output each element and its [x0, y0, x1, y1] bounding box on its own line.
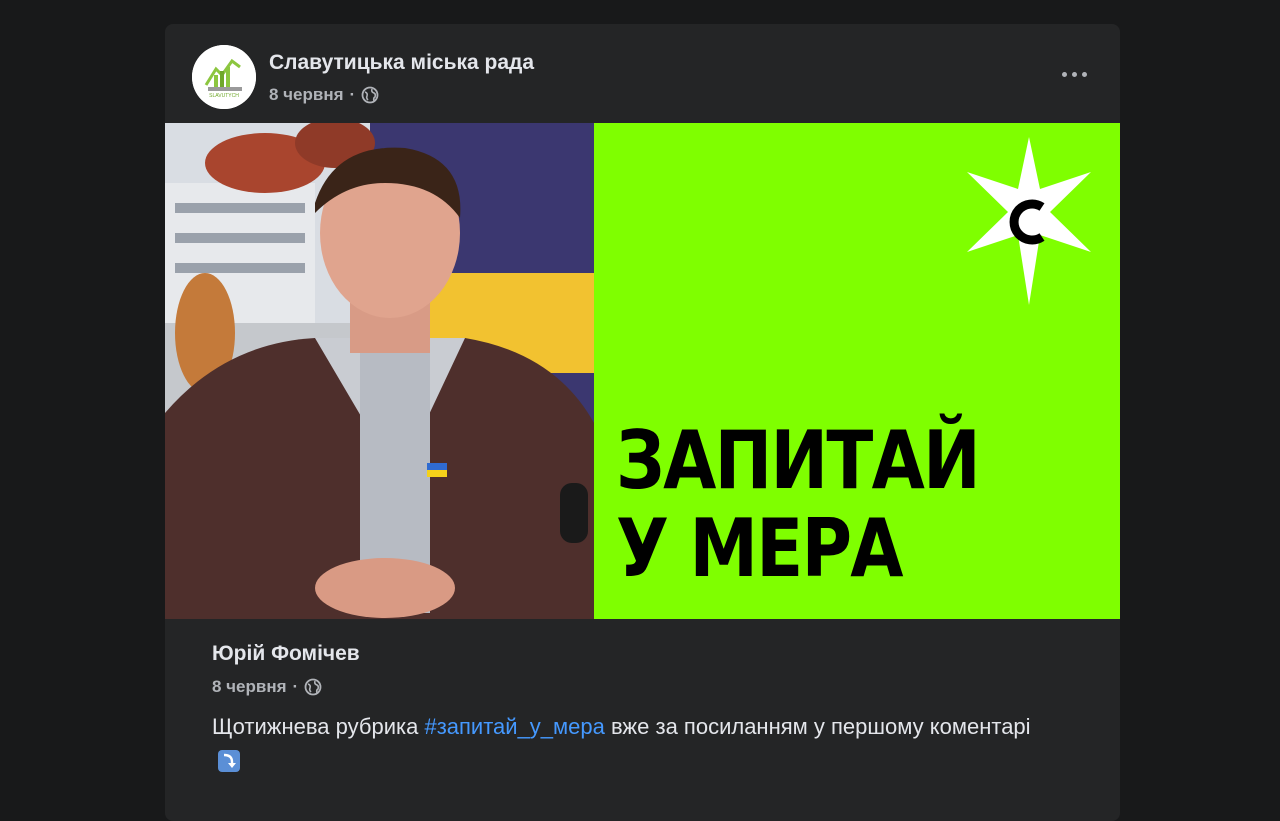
brand-title-line2: У МЕРА: [616, 502, 904, 595]
shared-post-meta: 8 червня ·: [212, 677, 322, 697]
city-logo-icon: SLAVUTYCH: [192, 45, 256, 109]
shared-post-author[interactable]: Юрій Фомічев: [212, 642, 360, 666]
hashtag-link[interactable]: #запитай_у_мера: [424, 714, 604, 739]
page-avatar[interactable]: SLAVUTYCH: [192, 45, 256, 109]
brand-title-line1: ЗАПИТАЙ: [616, 414, 981, 507]
post-text-end: вже за посиланням у першому коментарі: [604, 714, 1031, 739]
page-name[interactable]: Славутицька міська рада: [269, 51, 534, 75]
meta-separator: ·: [349, 85, 356, 104]
post-card: SLAVUTYCH Славутицька міська рада 8 черв…: [165, 24, 1120, 821]
post-date[interactable]: 8 червня: [269, 85, 344, 105]
more-dots-icon: [1061, 71, 1067, 77]
post-meta: 8 червня ·: [269, 85, 379, 105]
shared-post-date[interactable]: 8 червня: [212, 677, 287, 697]
post-image[interactable]: ЗАПИТАЙ У МЕРА: [165, 123, 1120, 619]
meta-separator: ·: [292, 677, 299, 696]
photo-illustration: [165, 123, 594, 619]
svg-text:SLAVUTYCH: SLAVUTYCH: [209, 93, 239, 99]
brand-title: ЗАПИТАЙ У МЕРА: [616, 414, 981, 595]
post-text-start: Щотижнева рубрика: [212, 714, 425, 739]
globe-icon: [304, 678, 322, 696]
post-text: Щотижнева рубрика #запитай_у_мера вже за…: [212, 710, 1032, 778]
mayor-photo: [165, 123, 594, 619]
globe-icon: [361, 86, 379, 104]
brand-panel: ЗАПИТАЙ У МЕРА: [594, 123, 1120, 619]
more-options-button[interactable]: [1054, 60, 1094, 88]
post-header: SLAVUTYCH Славутицька міська рада 8 черв…: [165, 24, 1120, 123]
star-logo-icon: [967, 137, 1091, 305]
down-right-arrow-icon: [218, 750, 240, 772]
